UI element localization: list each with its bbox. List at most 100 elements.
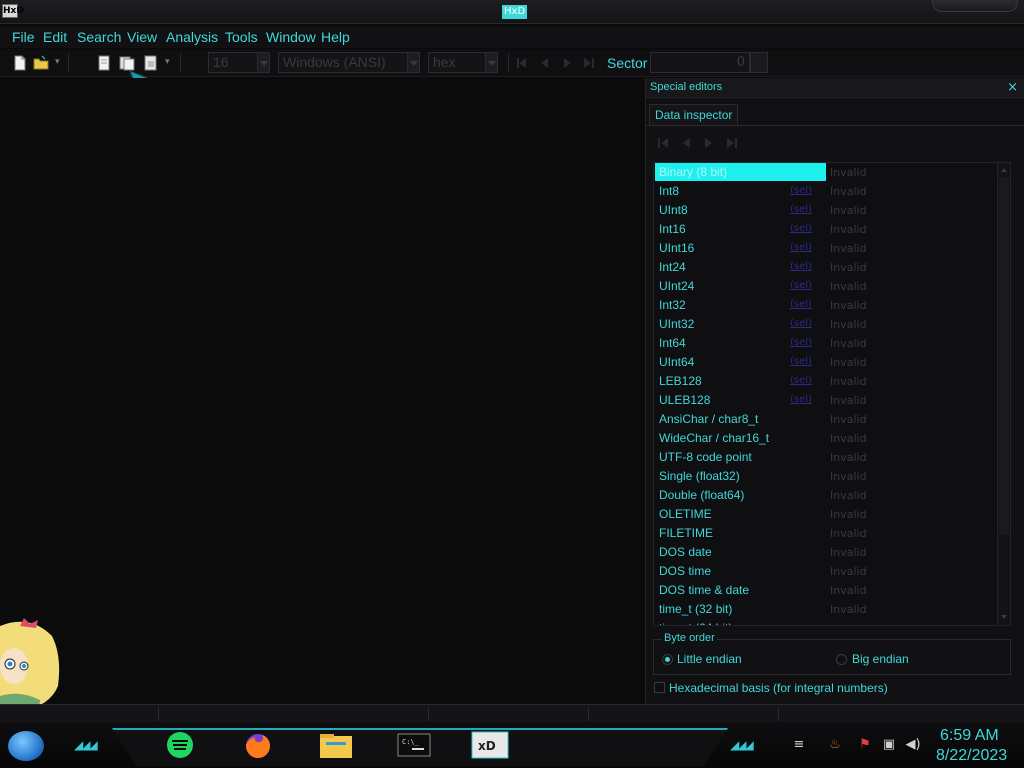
inspector-row[interactable]: UInt8 (sel) Invalid [654,201,999,220]
tab-data-inspector[interactable]: Data inspector [649,104,739,125]
inspector-row-value[interactable]: Invalid [830,451,867,464]
inspector-row-value[interactable]: Invalid [830,166,867,179]
inspector-row-value[interactable]: Invalid [830,318,867,331]
inspector-row[interactable]: UInt32 (sel) Invalid [654,315,999,334]
inspector-row-value[interactable]: Invalid [830,375,867,388]
inspector-row-link[interactable]: (sel) [790,185,812,196]
dropdown-arrow-icon[interactable]: ▾ [55,57,60,67]
inspector-row-value[interactable]: Invalid [830,432,867,445]
charset-select[interactable]: Windows (ANSI) [278,52,420,73]
inspector-row-value[interactable]: Invalid [830,223,867,236]
network-icon[interactable]: ▣ [880,736,898,754]
menu-search[interactable]: Search [77,28,121,46]
chevron-down-icon[interactable] [407,53,419,72]
scroll-down-icon[interactable] [999,611,1009,623]
inspector-row[interactable]: Int16 (sel) Invalid [654,220,999,239]
inspector-row-link[interactable]: (sel) [790,337,812,348]
next-icon[interactable] [702,136,716,150]
little-endian-label[interactable]: Little endian [677,652,742,666]
command-prompt-icon[interactable]: C:\_ [394,730,434,760]
sector-spinner[interactable] [750,52,768,73]
inspector-row[interactable]: WideChar / char16_t Invalid [654,429,999,448]
list-scrollbar[interactable] [997,163,1010,625]
clock-date[interactable]: 8/22/2023 [936,747,1007,765]
app-icon[interactable]: HxD [2,4,24,18]
inspector-row-value[interactable]: Invalid [830,470,867,483]
scroll-up-icon[interactable] [999,164,1009,176]
menu-analysis[interactable]: Analysis [166,28,218,46]
inspector-row-value[interactable]: Invalid [830,508,867,521]
data-inspector-list[interactable]: Binary (8 bit) Invalid Int8 (sel) Invalid UIn… [653,162,1011,626]
inspector-row[interactable]: Int24 (sel) Invalid [654,258,999,277]
window-controls[interactable] [932,0,1018,12]
inspector-row[interactable]: DOS time Invalid [654,562,999,581]
chevron-down-icon[interactable] [257,53,269,72]
bytes-per-row-select[interactable]: 16 [208,52,270,73]
inspector-row-link[interactable]: (sel) [790,299,812,310]
menu-window[interactable]: Window [266,28,316,46]
inspector-row-value[interactable]: Invalid [830,299,867,312]
new-file-icon[interactable] [12,55,28,71]
menu-edit[interactable]: Edit [43,28,67,46]
inspector-row-value[interactable]: Invalid [830,603,867,616]
inspector-row-value[interactable]: Invalid [830,242,867,255]
menu-help[interactable]: Help [321,28,350,46]
save-icon[interactable] [96,55,112,71]
close-icon[interactable]: × [1007,80,1018,95]
inspector-row-link[interactable]: (sel) [790,223,812,234]
inspector-row[interactable]: time_t (32 bit) Invalid [654,600,999,619]
open-folder-icon[interactable] [33,55,49,71]
scroll-thumb[interactable] [999,177,1009,535]
inspector-row[interactable]: Binary (8 bit) Invalid [654,163,999,182]
inspector-row-value[interactable]: Invalid [830,356,867,369]
hex-basis-checkbox[interactable] [654,682,665,693]
inspector-row-value[interactable]: Invalid [830,584,867,597]
inspector-row[interactable]: AnsiChar / char8_t Invalid [654,410,999,429]
spotify-icon[interactable] [160,730,200,760]
menu-file[interactable]: File [12,28,35,46]
inspector-row[interactable]: UInt16 (sel) Invalid [654,239,999,258]
menu-tools[interactable]: Tools [225,28,258,46]
first-icon[interactable] [656,136,670,150]
inspector-row[interactable]: Int32 (sel) Invalid [654,296,999,315]
notification-icon[interactable]: ≡ [790,736,808,754]
speaker-icon[interactable]: ◀) [904,736,922,754]
inspector-row-link[interactable]: (sel) [790,204,812,215]
inspector-row[interactable]: UTF-8 code point Invalid [654,448,999,467]
clock-time[interactable]: 6:59 AM [940,727,999,745]
inspector-row[interactable]: ULEB128 (sel) Invalid [654,391,999,410]
inspector-row-value[interactable]: Invalid [830,261,867,274]
inspector-row[interactable]: time_t (64 bit) [654,619,999,625]
inspector-row-value[interactable]: Invalid [830,280,867,293]
inspector-row[interactable]: Int64 (sel) Invalid [654,334,999,353]
dropdown-arrow-icon[interactable]: ▾ [165,57,170,67]
inspector-row-link[interactable]: (sel) [790,280,812,291]
chevron-down-icon[interactable] [485,53,497,72]
menu-view[interactable]: View [127,28,157,46]
inspector-row-link[interactable]: (sel) [790,242,812,253]
java-icon[interactable]: ♨ [826,736,844,754]
sector-input[interactable]: 0 [650,52,750,73]
previous-icon[interactable] [679,136,693,150]
inspector-row-link[interactable]: (sel) [790,356,812,367]
big-endian-label[interactable]: Big endian [852,652,909,666]
inspector-row-value[interactable]: Invalid [830,185,867,198]
inspector-row-link[interactable]: (sel) [790,261,812,272]
inspector-row[interactable]: UInt24 (sel) Invalid [654,277,999,296]
inspector-row[interactable]: DOS time & date Invalid [654,581,999,600]
inspector-row[interactable]: DOS date Invalid [654,543,999,562]
hxd-icon[interactable]: xD [470,730,510,760]
inspector-row-value[interactable]: Invalid [830,546,867,559]
inspector-row-value[interactable]: Invalid [830,413,867,426]
inspector-row[interactable]: LEB128 (sel) Invalid [654,372,999,391]
start-button[interactable] [8,731,44,761]
inspector-row-value[interactable]: Invalid [830,489,867,502]
inspector-row-value[interactable]: Invalid [830,204,867,217]
inspector-row[interactable]: OLETIME Invalid [654,505,999,524]
file-explorer-icon[interactable] [316,730,356,760]
last-icon[interactable] [725,136,739,150]
inspector-row-value[interactable]: Invalid [830,527,867,540]
inspector-row-link[interactable]: (sel) [790,318,812,329]
flag-icon[interactable]: ⚑ [856,736,874,754]
inspector-row[interactable]: Double (float64) Invalid [654,486,999,505]
